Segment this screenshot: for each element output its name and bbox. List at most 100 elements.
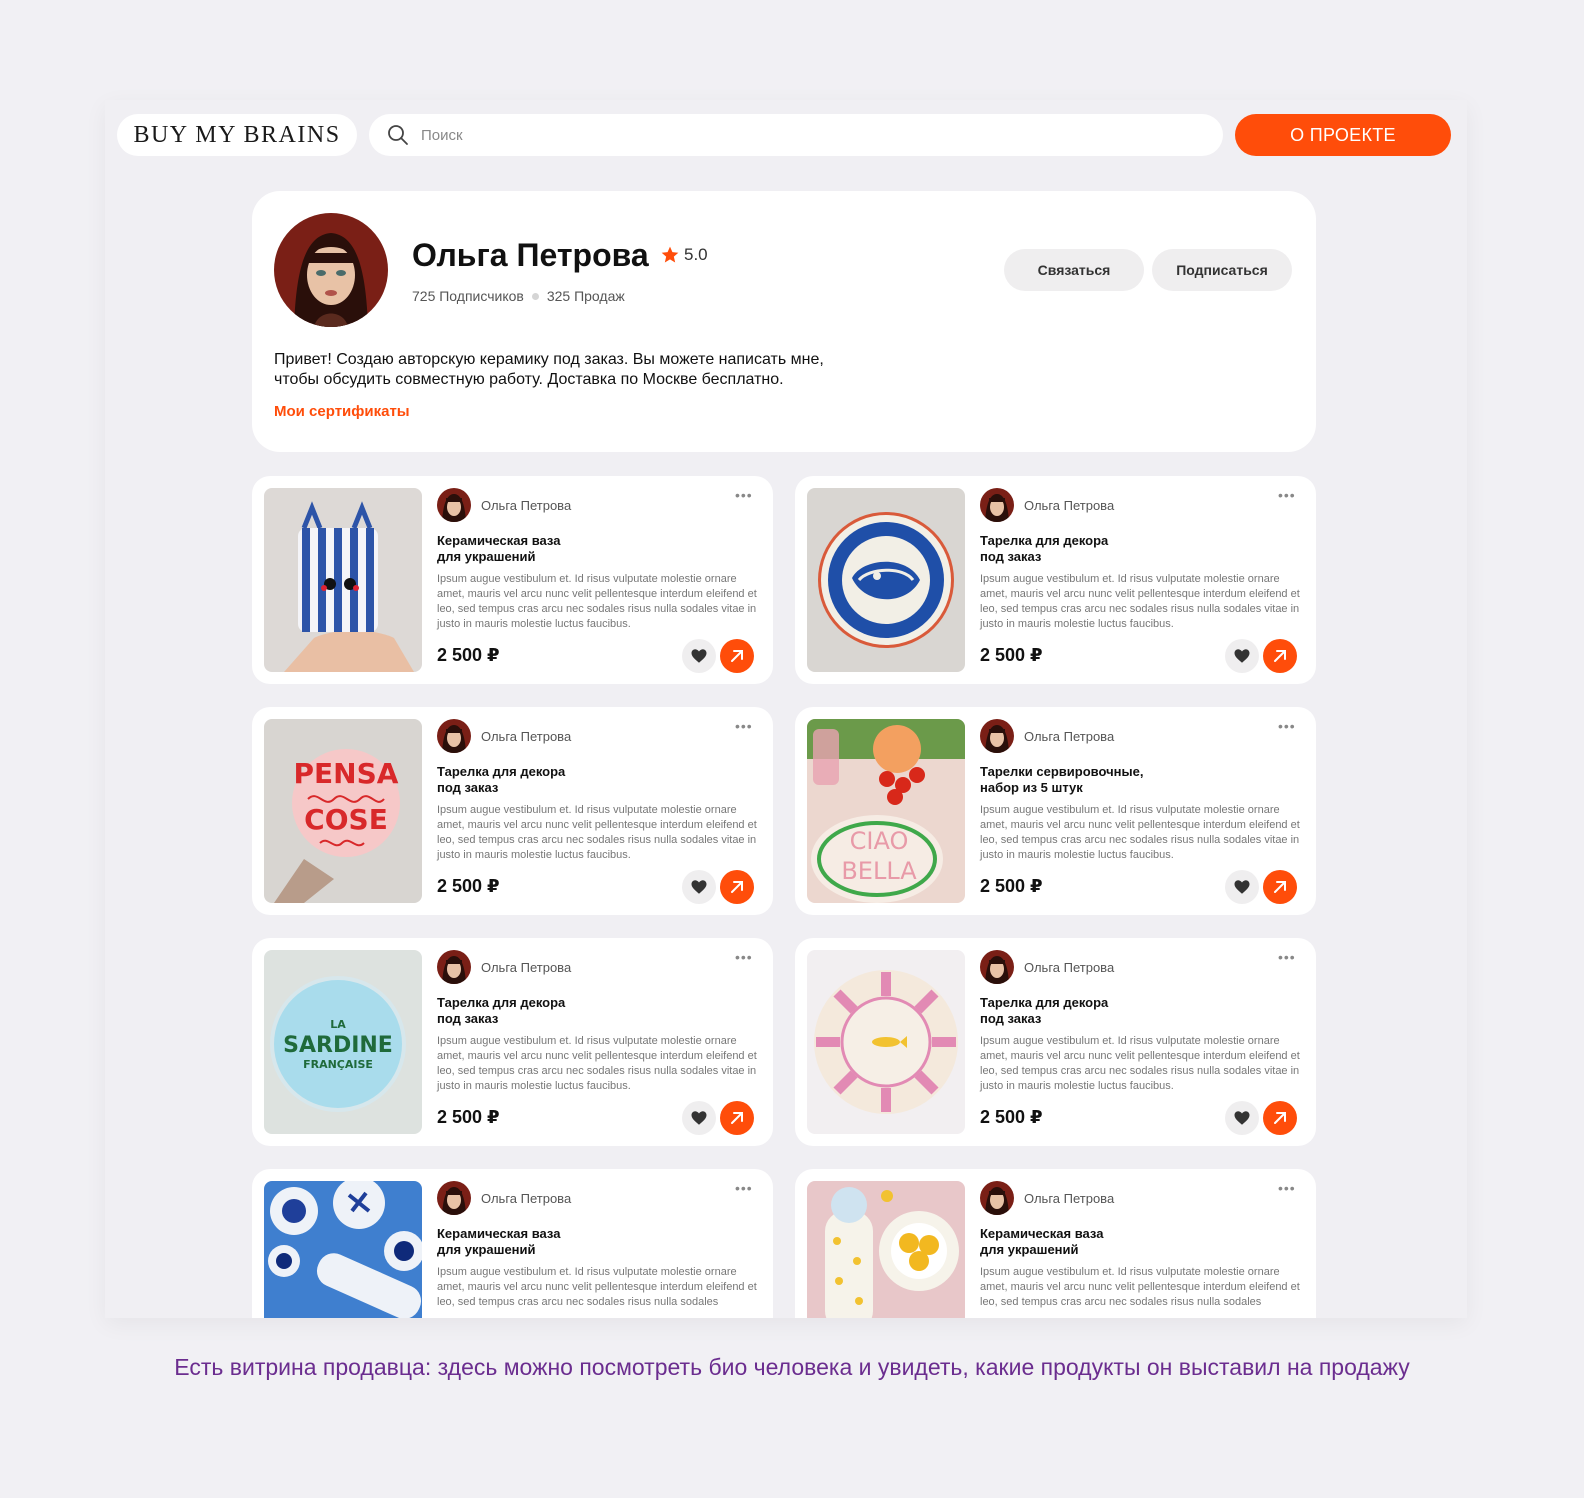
author-avatar[interactable] xyxy=(437,950,471,984)
logo[interactable]: BUY MY BRAINS xyxy=(117,114,357,156)
product-card[interactable]: Ольга Петрова ••• Тарелка для декора под… xyxy=(795,476,1316,684)
product-card[interactable]: Ольга Петрова ••• Керамическая ваза для … xyxy=(795,1169,1316,1318)
product-image[interactable] xyxy=(807,950,965,1134)
author-name[interactable]: Ольга Петрова xyxy=(481,960,571,975)
more-icon[interactable]: ••• xyxy=(1278,1180,1296,1196)
arrow-up-right-icon xyxy=(1274,1112,1286,1124)
product-image[interactable] xyxy=(807,488,965,672)
author-name[interactable]: Ольга Петрова xyxy=(1024,498,1114,513)
about-project-button[interactable]: О ПРОЕКТЕ xyxy=(1235,114,1451,156)
like-button[interactable] xyxy=(682,639,716,673)
product-image[interactable] xyxy=(264,488,422,672)
product-card[interactable]: CIAO BELLA Ольга Петрова ••• Тарелки сер… xyxy=(795,707,1316,915)
rating-value: 5.0 xyxy=(684,245,708,264)
more-icon[interactable]: ••• xyxy=(1278,487,1296,503)
open-product-button[interactable] xyxy=(720,870,754,904)
app-window: BUY MY BRAINS О ПРОЕКТЕ Ольга Петрова xyxy=(105,100,1467,1318)
seller-stats: 725 Подписчиков 325 Продаж xyxy=(412,288,625,304)
like-button[interactable] xyxy=(682,870,716,904)
svg-text:BELLA: BELLA xyxy=(841,857,917,885)
more-icon[interactable]: ••• xyxy=(735,1180,753,1196)
product-card[interactable]: Ольга Петрова ••• Керамическая ваза для … xyxy=(252,1169,773,1318)
product-title[interactable]: Тарелка для декора под заказ xyxy=(980,533,1180,565)
product-price: 2 500 ₽ xyxy=(437,876,500,896)
product-price: 2 500 ₽ xyxy=(980,1107,1043,1127)
search-bar[interactable] xyxy=(369,114,1223,156)
author-avatar[interactable] xyxy=(980,719,1014,753)
product-description: Ipsum augue vestibulum et. Id risus vulp… xyxy=(980,573,1300,630)
product-image[interactable]: PENSA COSE xyxy=(264,719,422,903)
product-title[interactable]: Керамическая ваза для украшений xyxy=(437,533,637,565)
heart-icon xyxy=(1234,880,1250,894)
more-icon[interactable]: ••• xyxy=(1278,718,1296,734)
product-card[interactable]: LA SARDINE FRANÇAISE Ольга Петрова ••• Т… xyxy=(252,938,773,1146)
product-card[interactable]: PENSA COSE Ольга Петрова ••• Тарелка для… xyxy=(252,707,773,915)
author-avatar[interactable] xyxy=(437,1181,471,1215)
open-product-button[interactable] xyxy=(1263,1101,1297,1135)
open-product-button[interactable] xyxy=(1263,639,1297,673)
like-button[interactable] xyxy=(1225,1101,1259,1135)
search-icon xyxy=(388,125,408,145)
open-product-button[interactable] xyxy=(720,639,754,673)
arrow-up-right-icon xyxy=(731,650,743,662)
product-card[interactable]: Ольга Петрова ••• Керамическая ваза для … xyxy=(252,476,773,684)
svg-text:CIAO: CIAO xyxy=(850,827,909,855)
product-card[interactable]: Ольга Петрова ••• Тарелка для декора под… xyxy=(795,938,1316,1146)
bio-line: чтобы обсудить совместную работу. Достав… xyxy=(274,371,784,388)
product-description: Ipsum augue vestibulum et. Id risus vulp… xyxy=(437,1266,757,1308)
svg-text:SARDINE: SARDINE xyxy=(283,1033,393,1058)
author-avatar[interactable] xyxy=(980,950,1014,984)
arrow-up-right-icon xyxy=(1274,881,1286,893)
heart-icon xyxy=(1234,649,1250,663)
product-title[interactable]: Тарелка для декора под заказ xyxy=(437,995,637,1027)
seller-bio: Привет! Создаю авторскую керамику под за… xyxy=(274,350,874,390)
separator-dot xyxy=(531,292,539,300)
product-image[interactable] xyxy=(264,1181,422,1318)
author-avatar[interactable] xyxy=(437,719,471,753)
seller-name: Ольга Петрова xyxy=(412,237,649,273)
product-title[interactable]: Тарелки сервировочные, набор из 5 штук xyxy=(980,764,1180,796)
subscribe-button[interactable]: Подписаться xyxy=(1152,249,1292,291)
sales-count: 325 Продаж xyxy=(546,288,625,304)
product-price: 2 500 ₽ xyxy=(437,1107,500,1127)
author-avatar[interactable] xyxy=(437,488,471,522)
product-title[interactable]: Тарелка для декора под заказ xyxy=(437,764,637,796)
avatar[interactable] xyxy=(274,213,388,327)
author-name[interactable]: Ольга Петрова xyxy=(481,1191,571,1206)
star-icon xyxy=(661,246,679,263)
search-input[interactable] xyxy=(421,126,1181,144)
arrow-up-right-icon xyxy=(1274,650,1286,662)
svg-text:LA: LA xyxy=(330,1018,346,1031)
author-avatar[interactable] xyxy=(980,488,1014,522)
product-title[interactable]: Тарелка для декора под заказ xyxy=(980,995,1180,1027)
author-name[interactable]: Ольга Петрова xyxy=(1024,960,1114,975)
product-image[interactable] xyxy=(807,1181,965,1318)
like-button[interactable] xyxy=(682,1101,716,1135)
seller-profile-card: Ольга Петрова 5.0 725 Подписчиков 325 Пр… xyxy=(252,191,1316,452)
product-image[interactable]: CIAO BELLA xyxy=(807,719,965,903)
more-icon[interactable]: ••• xyxy=(735,949,753,965)
contact-button[interactable]: Связаться xyxy=(1004,249,1144,291)
heart-icon xyxy=(691,880,707,894)
product-description: Ipsum augue vestibulum et. Id risus vulp… xyxy=(980,1035,1300,1092)
product-image[interactable]: LA SARDINE FRANÇAISE xyxy=(264,950,422,1134)
like-button[interactable] xyxy=(1225,639,1259,673)
author-name[interactable]: Ольга Петрова xyxy=(481,729,571,744)
author-name[interactable]: Ольга Петрова xyxy=(481,498,571,513)
author-name[interactable]: Ольга Петрова xyxy=(1024,1191,1114,1206)
product-description: Ipsum augue vestibulum et. Id risus vulp… xyxy=(437,804,757,861)
certificates-link[interactable]: Мои сертификаты xyxy=(274,403,410,420)
product-description: Ipsum augue vestibulum et. Id risus vulp… xyxy=(437,1035,757,1092)
product-title[interactable]: Керамическая ваза для украшений xyxy=(437,1226,637,1258)
product-title[interactable]: Керамическая ваза для украшений xyxy=(980,1226,1180,1258)
seller-rating: 5.0 xyxy=(660,245,708,265)
author-avatar[interactable] xyxy=(980,1181,1014,1215)
like-button[interactable] xyxy=(1225,870,1259,904)
heart-icon xyxy=(1234,1111,1250,1125)
open-product-button[interactable] xyxy=(1263,870,1297,904)
more-icon[interactable]: ••• xyxy=(1278,949,1296,965)
more-icon[interactable]: ••• xyxy=(735,718,753,734)
author-name[interactable]: Ольга Петрова xyxy=(1024,729,1114,744)
more-icon[interactable]: ••• xyxy=(735,487,753,503)
open-product-button[interactable] xyxy=(720,1101,754,1135)
